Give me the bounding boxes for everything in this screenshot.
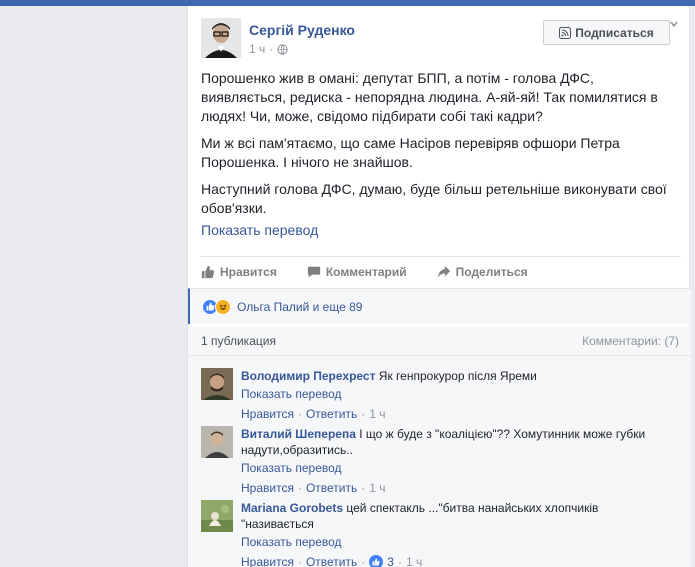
meta-separator: · (397, 555, 402, 567)
commenter-name[interactable]: Виталий Шеперепа (241, 427, 356, 441)
comment-time[interactable]: 1 ч (369, 406, 385, 422)
comment-time[interactable]: 1 ч (369, 480, 385, 496)
comment-text: Як генпрокурор після Яреми (375, 369, 537, 383)
comment-meta: Нравится · Ответить · 1 ч (241, 406, 671, 422)
commenter-name[interactable]: Mariana Gorobets (241, 501, 343, 515)
commenter-avatar[interactable] (201, 368, 233, 400)
comment-body: Виталий Шеперепа І що ж буде з "коаліціє… (241, 426, 671, 496)
comments-count: Комментарии: (7) (582, 333, 679, 348)
commenter-avatar-image (201, 500, 233, 532)
post-paragraph: Порошенко жив в омані: депутат БПП, а по… (201, 70, 658, 124)
haha-reaction-icon (215, 298, 231, 315)
commenter-name[interactable]: Володимир Перехрест (241, 369, 375, 383)
share-button[interactable]: Поделиться (437, 261, 528, 282)
like-label: Нравится (220, 264, 277, 279)
post-text: Порошенко жив в омані: депутат БПП, а по… (201, 69, 681, 226)
share-arrow-icon (437, 265, 450, 277)
share-label: Поделиться (455, 264, 528, 279)
meta-separator: · (297, 555, 302, 567)
reactions-summary[interactable]: Ольга Палий и еще 89 (188, 288, 691, 324)
meta-separator: · (269, 42, 274, 56)
comment-meta: Нравится · Ответить · 3 · 1 ч (241, 554, 671, 567)
post-header: Сергій Руденко 1 ч · Подписаться (201, 18, 681, 62)
author-avatar-image (201, 18, 241, 58)
comment-reply-link[interactable]: Ответить (306, 554, 357, 567)
laughing-face-icon (219, 304, 227, 310)
comment-translate-link[interactable]: Показать перевод (241, 386, 671, 402)
thumbs-up-icon (201, 265, 215, 278)
comment-button[interactable]: Комментарий (307, 261, 407, 282)
comment-body: Mariana Gorobets цей спектакль ..."битва… (241, 500, 671, 567)
comments-header: 1 публикация Комментарии: (7) (188, 326, 691, 356)
show-translation-link[interactable]: Показать перевод (201, 222, 318, 238)
comment-time[interactable]: 1 ч (406, 554, 422, 567)
reactions-names[interactable]: Ольга Палий и еще 89 (237, 300, 362, 314)
author-avatar[interactable] (201, 18, 241, 58)
comment-translate-link[interactable]: Показать перевод (241, 534, 671, 550)
globe-icon[interactable] (277, 43, 288, 55)
comment-meta: Нравится · Ответить · 1 ч (241, 480, 671, 496)
commenter-avatar[interactable] (201, 426, 233, 458)
comment-icon (307, 266, 320, 277)
post-actions-bar: Нравится Комментарий Поделиться (201, 256, 681, 282)
post-time[interactable]: 1 ч (249, 42, 265, 56)
comment-like-count[interactable]: 3 (387, 554, 394, 567)
meta-separator: · (361, 407, 366, 421)
meta-separator: · (361, 555, 366, 567)
author-name[interactable]: Сергій Руденко (249, 22, 355, 38)
subscribe-label: Подписаться (575, 25, 654, 40)
rss-icon (559, 26, 572, 39)
commenter-avatar-image (201, 368, 233, 400)
comment-like-link[interactable]: Нравится (241, 406, 294, 422)
comment-body: Володимир Перехрест Як генпрокурор після… (241, 368, 671, 422)
commenter-avatar-image (201, 426, 233, 458)
meta-separator: · (297, 407, 302, 421)
comment-translate-link[interactable]: Показать перевод (241, 460, 671, 476)
thumbs-up-icon (206, 302, 214, 311)
post-meta: 1 ч · (249, 42, 288, 56)
comment-like-link[interactable]: Нравится (241, 554, 294, 567)
meta-separator: · (361, 481, 366, 495)
comments-list: Володимир Перехрест Як генпрокурор після… (188, 356, 691, 567)
thumbs-up-icon (372, 558, 380, 566)
commenter-avatar[interactable] (201, 500, 233, 532)
comment-label: Комментарий (325, 264, 407, 279)
subscribe-button[interactable]: Подписаться (543, 20, 678, 45)
post-card: Сергій Руденко 1 ч · Подписаться Порошен… (187, 6, 691, 567)
post-paragraph: Наступний голова ДФС, думаю, буде більш … (201, 181, 667, 216)
meta-separator: · (297, 481, 302, 495)
comment-like-link[interactable]: Нравится (241, 480, 294, 496)
post-paragraph: Ми ж всі пам'ятаємо, що саме Насіров пер… (201, 135, 620, 170)
shares-count-link[interactable]: 1 публикация (201, 334, 276, 348)
chevron-down-icon[interactable] (669, 19, 679, 29)
like-button[interactable]: Нравится (201, 261, 277, 282)
comment-reply-link[interactable]: Ответить (306, 480, 357, 496)
like-reaction-icon (369, 555, 384, 567)
comment-reply-link[interactable]: Ответить (306, 406, 357, 422)
